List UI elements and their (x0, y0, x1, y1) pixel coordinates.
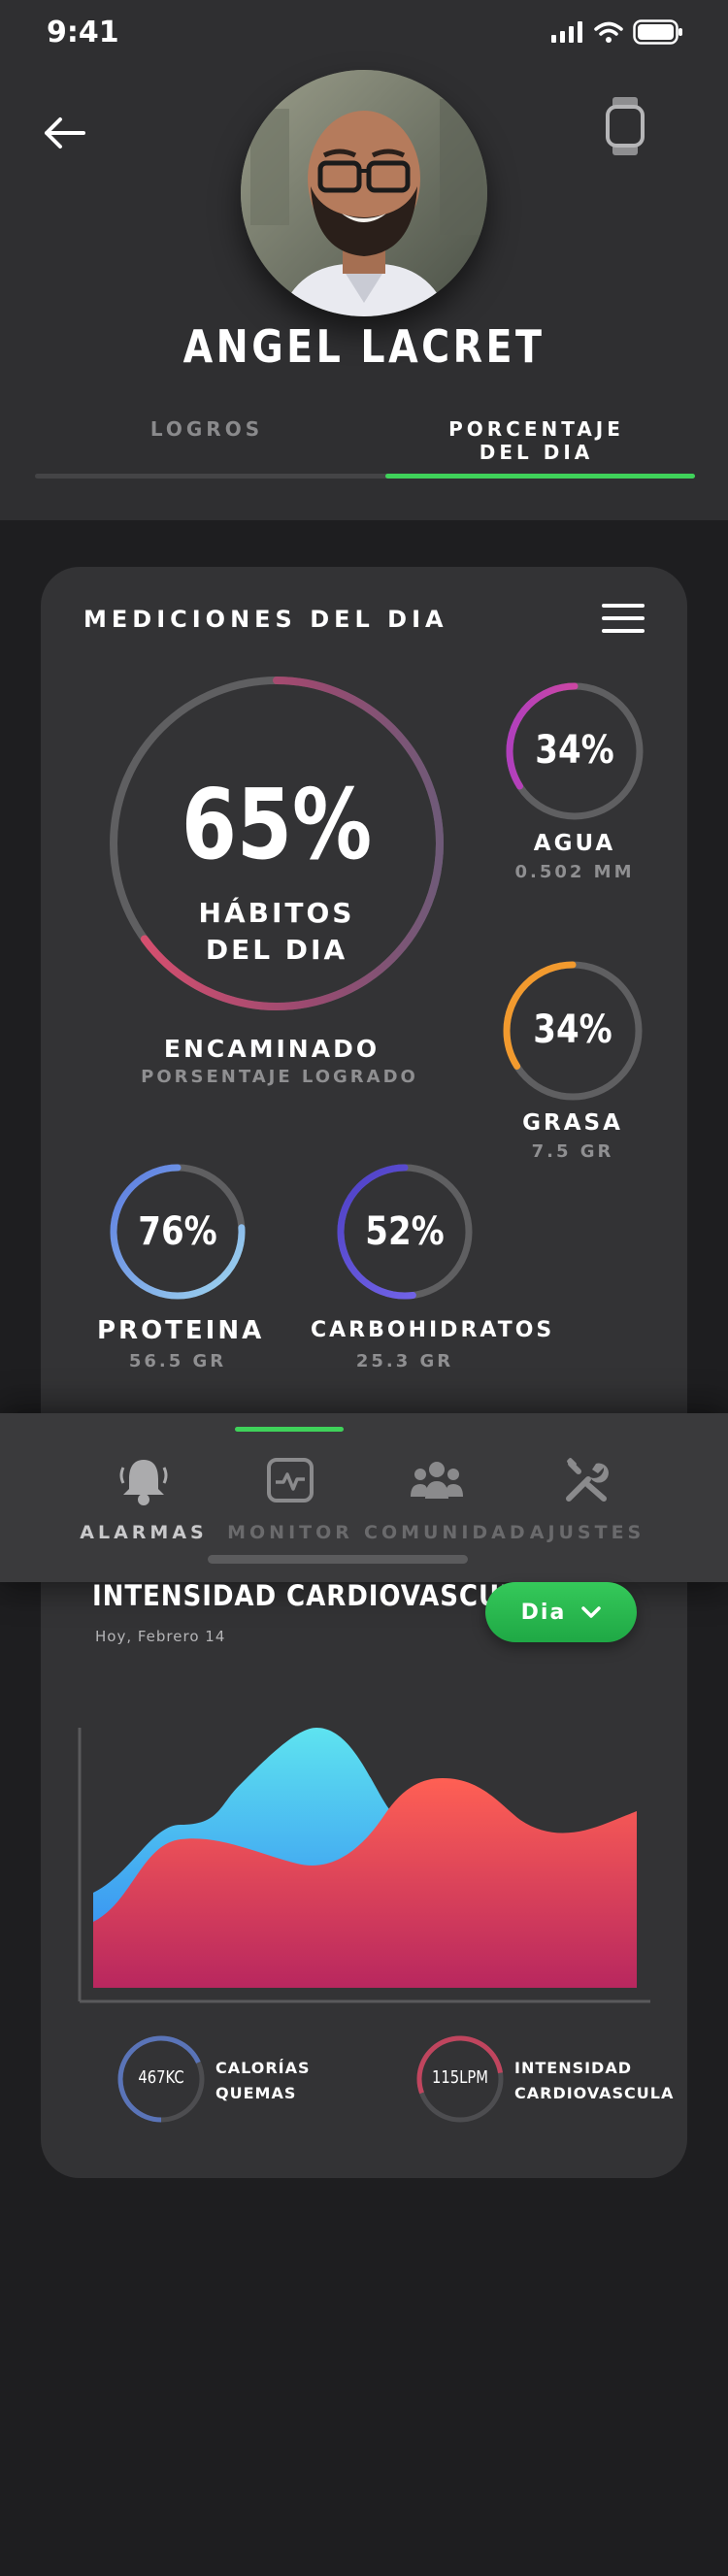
habitos-percent: 65% (181, 768, 373, 881)
nav-label-ajustes: AJUSTES (529, 1522, 645, 1543)
nav-label-alarmas: ALARMAS (80, 1522, 208, 1543)
period-dropdown[interactable]: Dia (485, 1582, 637, 1642)
cardio-area-chart (78, 1728, 650, 2003)
proteina-percent: 76% (138, 1209, 217, 1254)
calorias-label-line1: CALORÍAS (215, 2059, 311, 2077)
nav-label-monitor: MONITOR (227, 1522, 353, 1543)
carbohidratos-percent: 52% (365, 1209, 445, 1254)
calorias-label-line2: QUEMAS (215, 2084, 297, 2102)
home-indicator[interactable] (208, 1555, 468, 1564)
status-time: 9:41 (47, 16, 119, 50)
intensidad-label-line2: CARDIOVASCULA (514, 2084, 675, 2102)
intensidad-value: 115LPM (431, 2067, 489, 2088)
calorias-label: CALORÍAS QUEMAS (215, 2056, 311, 2106)
agua-name: AGUA (533, 831, 616, 856)
agua-percent: 34% (535, 728, 614, 773)
status-icons (551, 19, 683, 45)
signal-icon (551, 21, 582, 43)
community-icon (411, 1462, 463, 1499)
user-name: ANGEL LACRET (182, 320, 546, 373)
smartwatch-icon[interactable] (604, 95, 646, 157)
intensidad-label: INTENSIDAD CARDIOVASCULA (514, 2056, 674, 2106)
tab-logros[interactable]: LOGROS (61, 417, 352, 441)
grasa-name: GRASA (522, 1110, 623, 1136)
nav-active-indicator (235, 1427, 344, 1432)
tab-porcentaje-label-line1: PORCENTAJE (448, 417, 624, 441)
habitos-caption: PORSENTAJE LOGRADO (141, 1067, 418, 1087)
carbohidratos-name: CARBOHIDRATOS (311, 1318, 555, 1342)
cardio-date: Hoy, Febrero 14 (95, 1628, 226, 1645)
proteina-amount: 56.5 GR (128, 1351, 227, 1371)
habitos-label: HÁBITOS DEL DIA (105, 895, 448, 969)
tab-active-indicator (385, 474, 695, 479)
avatar[interactable] (241, 70, 487, 316)
battery-icon (633, 19, 682, 45)
nav-label-comunidad: COMUNIDAD (364, 1522, 529, 1543)
back-arrow-icon[interactable] (41, 109, 89, 157)
tab-logros-label: LOGROS (149, 417, 264, 441)
habitos-status: ENCAMINADO (163, 1035, 381, 1063)
nav-item-ajustes[interactable]: AJUSTES (514, 1456, 660, 1543)
mediciones-title: MEDICIONES DEL DIA (83, 606, 448, 633)
bell-icon (119, 1460, 168, 1505)
period-dropdown-label: Dia (520, 1600, 567, 1625)
intensidad-label-line1: INTENSIDAD (514, 2059, 632, 2077)
proteina-name: PROTEINA (97, 1316, 265, 1345)
calorias-value: 467KC (138, 2067, 184, 2088)
menu-icon[interactable] (602, 604, 645, 633)
grasa-percent: 34% (533, 1007, 612, 1052)
nav-item-comunidad[interactable]: COMUNIDAD (364, 1456, 529, 1543)
wifi-icon (594, 21, 623, 43)
monitor-heart-icon (267, 1458, 314, 1503)
nav-item-monitor[interactable]: MONITOR (217, 1456, 363, 1543)
tab-porcentaje-label-line2: DEL DIA (479, 441, 594, 464)
habitos-label-line1: HÁBITOS (198, 897, 355, 929)
grasa-amount: 7.5 GR (531, 1141, 614, 1162)
habitos-label-line2: DEL DIA (205, 934, 348, 966)
chevron-down-icon (581, 1606, 602, 1618)
tab-porcentaje-del-dia[interactable]: PORCENTAJE DEL DIA (388, 417, 684, 464)
tools-icon (566, 1458, 609, 1502)
carbohidratos-amount: 25.3 GR (355, 1351, 454, 1371)
agua-amount: 0.502 MM (514, 862, 635, 882)
nav-item-alarmas[interactable]: ALARMAS (71, 1456, 216, 1543)
